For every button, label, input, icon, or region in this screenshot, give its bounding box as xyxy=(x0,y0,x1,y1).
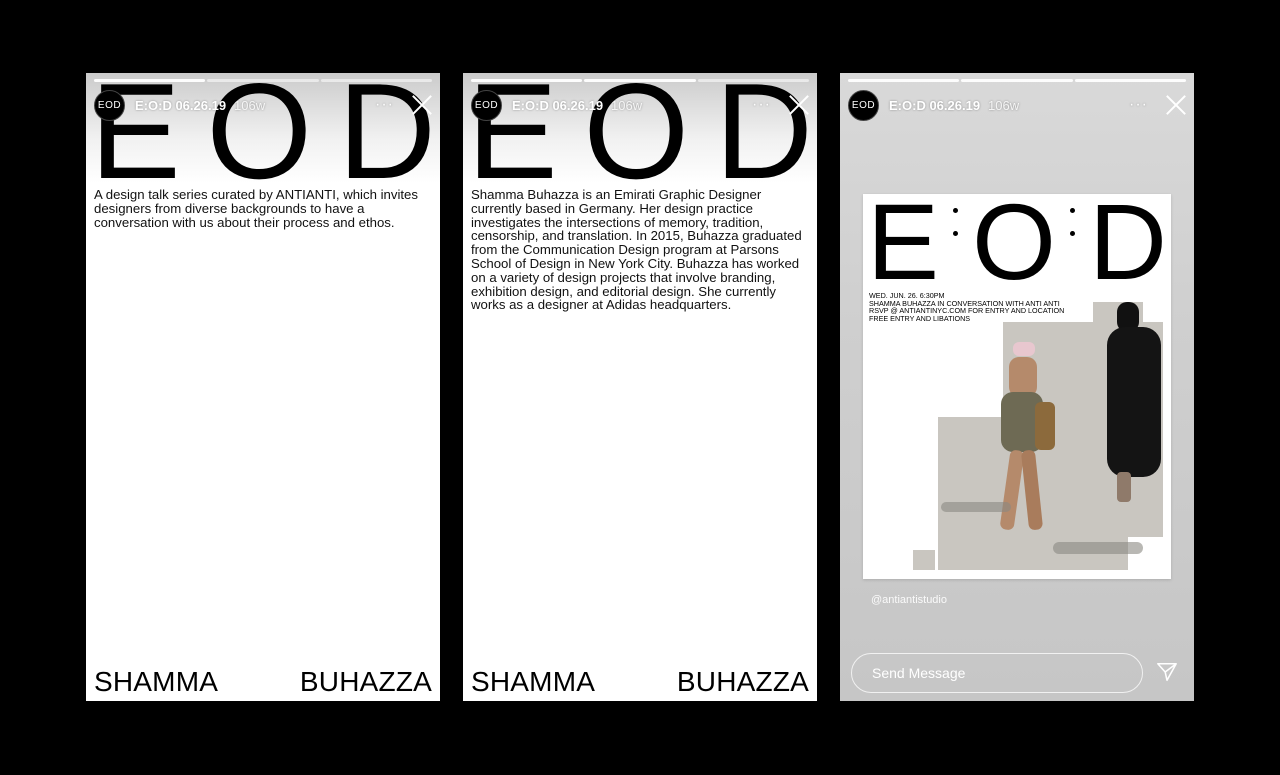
post-age: 106w xyxy=(988,97,1020,113)
story-header: EOD E:O:D 06.26.19 106w ··· xyxy=(94,89,432,121)
close-icon[interactable] xyxy=(412,95,432,115)
avatar[interactable]: EOD xyxy=(848,89,879,121)
close-icon[interactable] xyxy=(1166,95,1186,115)
footer-first-name: SHAMMA xyxy=(471,666,596,697)
poster-colon xyxy=(1070,208,1076,236)
story-card-2[interactable]: E O D EOD E:O:D 06.26.19 106w ··· Shamma… xyxy=(463,73,817,701)
story-card-3[interactable]: EOD E:O:D 06.26.19 106w ··· E O D WED. J… xyxy=(840,73,1194,701)
poster-letter-o: O xyxy=(972,194,1057,302)
progress-bar xyxy=(471,79,809,82)
more-options-icon[interactable]: ··· xyxy=(375,96,394,114)
progress-segment xyxy=(961,79,1073,82)
close-icon[interactable] xyxy=(789,95,809,115)
more-options-icon[interactable]: ··· xyxy=(1129,96,1148,114)
avatar[interactable]: EOD xyxy=(94,89,125,121)
mention-handle[interactable]: @antiantistudio xyxy=(871,594,947,606)
progress-segment xyxy=(584,79,696,82)
footer-first-name: SHAMMA xyxy=(94,666,219,697)
username[interactable]: E:O:D 06.26.19 xyxy=(889,98,980,113)
poster-colon xyxy=(953,208,959,236)
send-icon[interactable] xyxy=(1156,661,1178,683)
send-message-input[interactable]: Send Message xyxy=(851,653,1143,693)
story-description: A design talk series curated by ANTIANTI… xyxy=(94,187,418,230)
footer-last-name: BUHAZZA xyxy=(676,666,809,697)
username[interactable]: E:O:D 06.26.19 xyxy=(512,98,603,113)
progress-bar xyxy=(94,79,432,82)
progress-segment xyxy=(320,79,432,82)
avatar[interactable]: EOD xyxy=(471,89,502,121)
poster-letter-e: E xyxy=(867,194,940,302)
story-card-1[interactable]: E O D EOD E:O:D 06.26.19 106w ··· A desi… xyxy=(86,73,440,701)
post-age: 106w xyxy=(611,97,643,113)
poster-letter-d: D xyxy=(1089,194,1167,302)
progress-segment xyxy=(471,79,583,82)
progress-bar xyxy=(848,79,1186,82)
progress-segment xyxy=(94,79,206,82)
poster-eod-letters: E O D xyxy=(867,194,1167,302)
pixelated-beach-photo xyxy=(913,302,1165,574)
progress-segment xyxy=(697,79,809,82)
post-age: 106w xyxy=(234,97,266,113)
progress-segment xyxy=(1074,79,1186,82)
more-options-icon[interactable]: ··· xyxy=(752,96,771,114)
progress-segment xyxy=(207,79,319,82)
progress-segment xyxy=(848,79,960,82)
story-header: EOD E:O:D 06.26.19 106w ··· xyxy=(471,89,809,121)
footer-names: SHAMMA BUHAZZA xyxy=(94,667,432,697)
story-header: EOD E:O:D 06.26.19 106w ··· xyxy=(848,89,1186,121)
story-bio: Shamma Buhazza is an Emirati Graphic Des… xyxy=(471,187,802,313)
event-poster: E O D WED. JUN. 26. 6:30PM SHAMMA BUHAZZ… xyxy=(863,194,1171,579)
username[interactable]: E:O:D 06.26.19 xyxy=(135,98,226,113)
footer-last-name: BUHAZZA xyxy=(299,666,432,697)
footer-names: SHAMMA BUHAZZA xyxy=(471,667,809,697)
